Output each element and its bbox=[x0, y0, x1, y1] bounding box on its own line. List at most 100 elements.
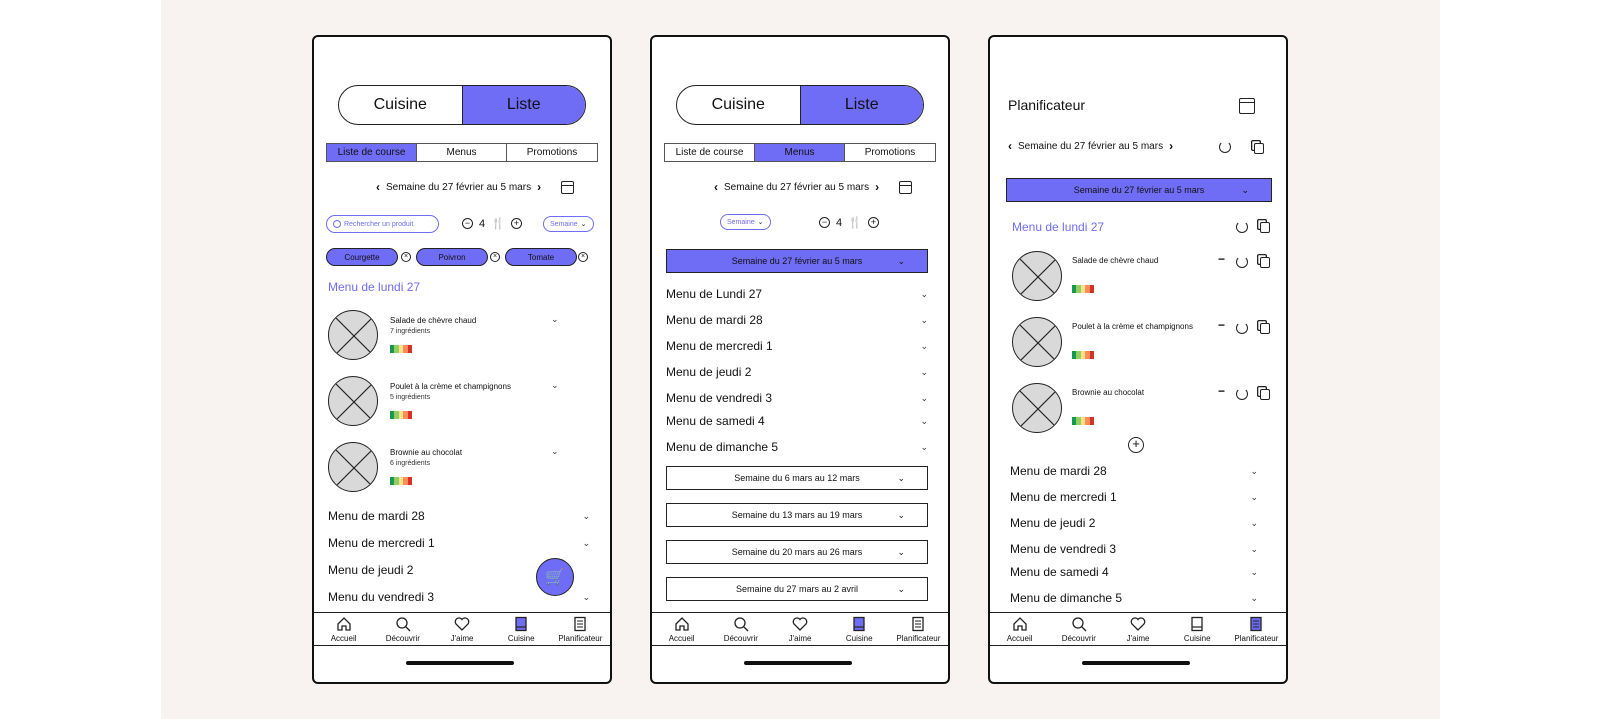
menu-day-row[interactable]: Menu de mercredi 1 ⌄ bbox=[666, 337, 934, 355]
chevron-down-icon: ⌄ bbox=[580, 221, 587, 228]
tab-liste-de-course[interactable]: Liste de course bbox=[665, 144, 755, 161]
remove-dish-button[interactable]: − bbox=[1218, 384, 1225, 398]
nav-cuisine[interactable]: Cuisine bbox=[492, 613, 551, 645]
plus-icon[interactable]: + bbox=[867, 217, 879, 228]
mode-toggle[interactable]: Cuisine Liste bbox=[338, 85, 586, 125]
refresh-icon[interactable] bbox=[1236, 322, 1248, 334]
filter-chip[interactable]: Poivron bbox=[416, 248, 488, 266]
nav-accueil[interactable]: Accueil bbox=[990, 613, 1049, 645]
menu-day-row[interactable]: Menu de mercredi 1 ⌄ bbox=[1010, 488, 1264, 506]
chevron-left-icon[interactable]: ‹ bbox=[376, 180, 380, 194]
menu-day-row[interactable]: Menu de mardi 28 ⌄ bbox=[328, 507, 596, 525]
tab-menus[interactable]: Menus bbox=[755, 144, 845, 161]
menu-day-row[interactable]: Menu de dimanche 5 ⌄ bbox=[666, 438, 934, 456]
close-icon[interactable]: × bbox=[578, 252, 588, 262]
chevron-right-icon[interactable]: › bbox=[875, 180, 879, 194]
nav-cuisine[interactable]: Cuisine bbox=[1168, 613, 1227, 645]
plus-icon[interactable]: + bbox=[510, 218, 522, 229]
tab-promotions[interactable]: Promotions bbox=[507, 144, 597, 161]
nav-decouvrir[interactable]: Découvrir bbox=[1049, 613, 1108, 645]
nav-planificateur[interactable]: Planificateur bbox=[889, 613, 948, 645]
week-accordion-current[interactable]: Semaine du 27 février au 5 mars ⌄ bbox=[666, 249, 928, 273]
calendar-icon[interactable] bbox=[899, 180, 913, 194]
close-icon[interactable]: × bbox=[490, 252, 500, 262]
week-accordion[interactable]: Semaine du 20 mars au 26 mars ⌄ bbox=[666, 540, 928, 564]
chevron-left-icon[interactable]: ‹ bbox=[1008, 139, 1012, 153]
tab-promotions[interactable]: Promotions bbox=[845, 144, 935, 161]
menu-day-row[interactable]: Menu de samedi 4 ⌄ bbox=[1010, 563, 1264, 581]
nav-accueil[interactable]: Accueil bbox=[314, 613, 373, 645]
minus-icon[interactable]: − bbox=[819, 217, 830, 228]
nav-accueil[interactable]: Accueil bbox=[652, 613, 711, 645]
toggle-liste[interactable]: Liste bbox=[799, 86, 923, 124]
period-select[interactable]: Semaine ⌄ bbox=[720, 214, 771, 230]
copy-icon[interactable] bbox=[1260, 257, 1270, 268]
tab-menus[interactable]: Menus bbox=[417, 144, 507, 161]
calendar-icon[interactable] bbox=[561, 180, 575, 194]
dish-name[interactable]: Salade de chèvre chaud bbox=[390, 316, 476, 325]
menu-day-row[interactable]: Menu de Lundi 27 ⌄ bbox=[666, 285, 934, 303]
nav-decouvrir[interactable]: Découvrir bbox=[373, 613, 432, 645]
chevron-down-icon[interactable]: ⌄ bbox=[551, 380, 559, 391]
dish-name[interactable]: Poulet à la crème et champignons bbox=[390, 382, 511, 391]
chevron-down-icon[interactable]: ⌄ bbox=[551, 446, 559, 457]
refresh-icon[interactable] bbox=[1219, 141, 1231, 153]
week-label: Semaine du 27 février au 5 mars bbox=[724, 181, 870, 193]
mode-toggle[interactable]: Cuisine Liste bbox=[676, 85, 924, 125]
copy-icon[interactable] bbox=[1260, 389, 1270, 400]
copy-icon[interactable] bbox=[1260, 222, 1270, 233]
menu-day-row[interactable]: Menu de mardi 28 ⌄ bbox=[666, 311, 934, 329]
nav-cuisine[interactable]: Cuisine bbox=[830, 613, 889, 645]
refresh-icon[interactable] bbox=[1236, 256, 1248, 268]
chevron-left-icon[interactable]: ‹ bbox=[714, 180, 718, 194]
refresh-icon[interactable] bbox=[1236, 388, 1248, 400]
tab-liste-de-course[interactable]: Liste de course bbox=[327, 144, 417, 161]
chevron-right-icon[interactable]: › bbox=[1169, 139, 1173, 153]
menu-day-label: Menu de mercredi 1 bbox=[666, 339, 773, 353]
dish-name[interactable]: Salade de chèvre chaud bbox=[1072, 256, 1158, 265]
refresh-icon[interactable] bbox=[1236, 221, 1248, 233]
nav-jaime[interactable]: J'aime bbox=[770, 613, 829, 645]
menu-day-row[interactable]: Menu de mercredi 1 ⌄ bbox=[328, 534, 596, 552]
menu-day-row[interactable]: Menu de vendredi 3 ⌄ bbox=[1010, 540, 1264, 558]
menu-day-row[interactable]: Menu de samedi 4 ⌄ bbox=[666, 412, 934, 430]
dish-name[interactable]: Brownie au chocolat bbox=[390, 448, 462, 457]
week-accordion[interactable]: Semaine du 27 mars au 2 avril ⌄ bbox=[666, 577, 928, 601]
search-input[interactable]: Rechercher un produit bbox=[326, 215, 439, 233]
chevron-right-icon[interactable]: › bbox=[537, 180, 541, 194]
menu-day-row[interactable]: Menu de jeudi 2 ⌄ bbox=[1010, 514, 1264, 532]
menu-day-row[interactable]: Menu de jeudi 2 ⌄ bbox=[666, 363, 934, 381]
nav-planificateur[interactable]: Planificateur bbox=[1227, 613, 1286, 645]
period-select[interactable]: Semaine ⌄ bbox=[543, 216, 594, 232]
calendar-icon[interactable] bbox=[1239, 98, 1255, 114]
menu-day-row[interactable]: Menu de dimanche 5 ⌄ bbox=[1010, 589, 1264, 607]
menu-day-row[interactable]: Menu de mardi 28 ⌄ bbox=[1010, 462, 1264, 480]
menu-day-heading[interactable]: Menu de lundi 27 bbox=[328, 280, 420, 294]
cart-button[interactable]: 🛒 bbox=[536, 558, 574, 596]
chevron-down-icon[interactable]: ⌄ bbox=[551, 314, 559, 325]
week-accordion[interactable]: Semaine du 13 mars au 19 mars ⌄ bbox=[666, 503, 928, 527]
remove-dish-button[interactable]: − bbox=[1218, 252, 1225, 266]
dish-name[interactable]: Poulet à la crème et champignons bbox=[1072, 322, 1193, 331]
copy-icon[interactable] bbox=[1254, 143, 1264, 154]
minus-icon[interactable]: − bbox=[462, 218, 473, 229]
menu-day-row[interactable]: Menu de vendredi 3 ⌄ bbox=[666, 389, 934, 407]
add-dish-button[interactable]: + bbox=[1128, 437, 1144, 453]
menu-day-heading[interactable]: Menu de lundi 27 bbox=[1012, 220, 1104, 234]
filter-chip[interactable]: Courgette bbox=[326, 248, 398, 266]
remove-dish-button[interactable]: − bbox=[1218, 318, 1225, 332]
toggle-cuisine[interactable]: Cuisine bbox=[677, 86, 800, 124]
toggle-cuisine[interactable]: Cuisine bbox=[339, 86, 462, 124]
week-accordion-current[interactable]: Semaine du 27 février au 5 mars ⌄ bbox=[1006, 178, 1272, 202]
toggle-liste[interactable]: Liste bbox=[461, 86, 585, 124]
close-icon[interactable]: × bbox=[401, 252, 411, 262]
notepad-icon bbox=[1250, 616, 1263, 631]
dish-name[interactable]: Brownie au chocolat bbox=[1072, 388, 1144, 397]
week-accordion[interactable]: Semaine du 6 mars au 12 mars ⌄ bbox=[666, 466, 928, 490]
copy-icon[interactable] bbox=[1260, 323, 1270, 334]
filter-chip[interactable]: Tomate bbox=[505, 248, 577, 266]
nav-planificateur[interactable]: Planificateur bbox=[551, 613, 610, 645]
nav-decouvrir[interactable]: Découvrir bbox=[711, 613, 770, 645]
nav-jaime[interactable]: J'aime bbox=[1108, 613, 1167, 645]
nav-jaime[interactable]: J'aime bbox=[432, 613, 491, 645]
